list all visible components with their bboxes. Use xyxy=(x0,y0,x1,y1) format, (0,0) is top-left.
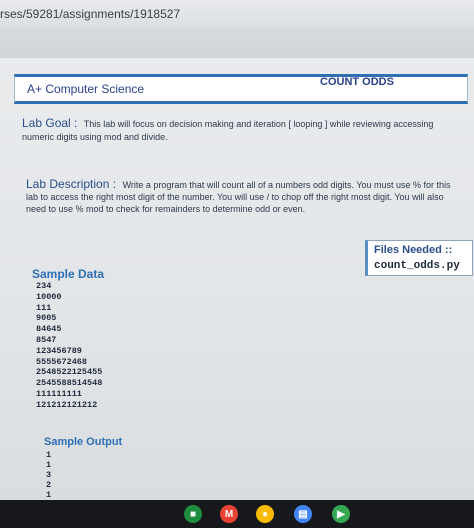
sample-data-item: 2548522125455 xyxy=(36,367,103,378)
sample-output-item: 2 xyxy=(46,480,52,490)
files-needed-filename: count_odds.py xyxy=(374,260,460,272)
browser-url-bar[interactable]: rses/59281/assignments/1918527 xyxy=(0,0,474,28)
sample-data-item: 9005 xyxy=(36,313,57,324)
lab-goal-heading: Lab Goal : xyxy=(22,116,78,130)
sample-data-item: 8547 xyxy=(36,334,57,345)
classroom-icon[interactable]: ■ xyxy=(184,505,202,523)
sample-data-item: 10000 xyxy=(36,291,62,302)
files-needed-title: Files Needed :: xyxy=(374,244,453,256)
sample-output-list: 1 1 3 2 1 xyxy=(46,450,51,500)
lab-title: COUNT ODDS xyxy=(320,76,394,88)
lab-description: Lab Description : Write a program that w… xyxy=(26,178,456,215)
sample-data-item: 111 xyxy=(36,302,52,313)
play-store-icon[interactable]: ▶ xyxy=(332,505,350,523)
lab-goal: Lab Goal : This lab will focus on decisi… xyxy=(22,117,452,144)
sample-data-item: 2545588514548 xyxy=(36,378,103,389)
sample-data-item: 111111111 xyxy=(36,388,82,399)
sample-data-item: 123456789 xyxy=(36,345,82,356)
sample-data-title: Sample Data xyxy=(32,267,105,281)
sample-output-item: 1 xyxy=(46,460,52,470)
sample-output-title: Sample Output xyxy=(44,436,123,448)
url-text: rses/59281/assignments/1918527 xyxy=(0,7,181,21)
lab-goal-text: This lab will focus on decision making a… xyxy=(22,119,434,142)
lab-description-heading: Lab Description : xyxy=(26,177,117,191)
chrome-icon[interactable]: ● xyxy=(256,505,274,523)
sample-data-item: 5555672468 xyxy=(36,356,88,367)
sample-output-item: 1 xyxy=(46,490,52,500)
sample-data-item: 234 xyxy=(36,281,52,291)
sample-output-item: 1 xyxy=(46,450,52,460)
sample-output-item: 3 xyxy=(46,470,52,480)
gmail-icon[interactable]: M xyxy=(220,505,238,523)
sample-data-item: 84645 xyxy=(36,324,62,335)
files-needed-box: Files Needed :: count_odds.py xyxy=(365,240,473,276)
sample-data-item: 121212121212 xyxy=(36,399,98,410)
course-title: A+ Computer Science xyxy=(27,82,145,96)
lab-header: A+ Computer Science COUNT ODDS xyxy=(14,74,468,104)
sample-data-list: 234 10000 111 9005 84645 8547 123456789 … xyxy=(36,281,102,411)
docs-icon[interactable]: ▤ xyxy=(294,505,312,523)
